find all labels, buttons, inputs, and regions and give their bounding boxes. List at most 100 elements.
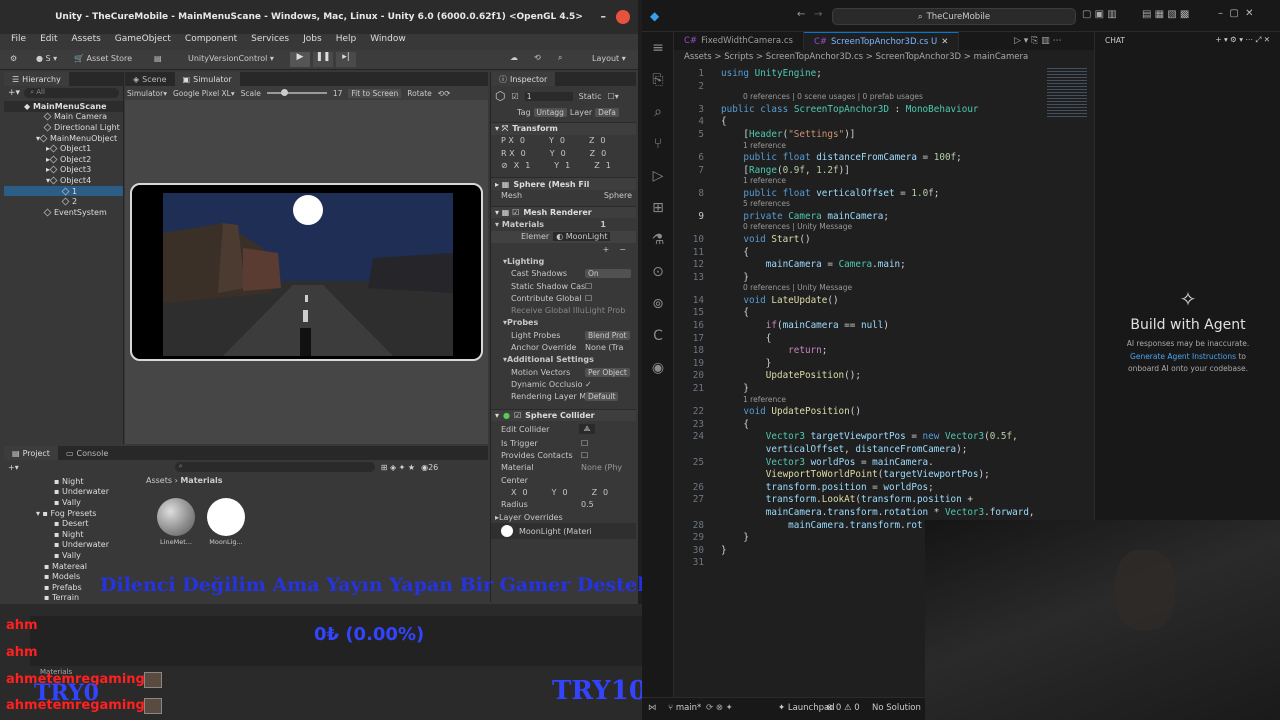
probes-header[interactable]: ▾ Probes [491,317,636,329]
code-line[interactable]: } [721,383,749,394]
contribute-gi-row[interactable]: Contribute Global ☐ [491,292,636,304]
code-line[interactable]: } [721,358,772,369]
filter-icons[interactable]: ⊞ ◈ ✦ ★ [381,463,415,472]
hierarchy-item[interactable]: ▸ Object1 [4,143,123,154]
tree-item[interactable]: ▾ ▪ Fog Presets [4,508,139,519]
play-button[interactable]: ▶ [290,52,310,67]
tab-simulator[interactable]: ▣ Simulator [174,72,240,86]
tree-item[interactable]: ▪ Night [4,476,139,487]
hierarchy-item[interactable]: ▸ Object2 [4,154,123,165]
back-icon[interactable]: ← [797,9,805,20]
menu-component[interactable]: Component [185,34,237,48]
remote-icon[interactable]: ⊚ [642,288,674,320]
is-trigger-row[interactable]: Is Trigger ☐ [491,437,636,449]
github-icon[interactable]: ◉ [642,352,674,384]
extensions-icon[interactable]: ⊞ [642,192,674,224]
hierarchy-item[interactable]: EventSystem [4,207,123,218]
transform-header[interactable]: ▾ ⤧ Transform [491,122,636,135]
asset-item[interactable]: MoonLig... [204,498,248,546]
code-line[interactable]: Vector3 worldPos = mainCamera. [721,457,934,468]
tree-item[interactable]: ▪ Vally [4,550,139,561]
code-line[interactable]: { [721,247,749,258]
history-icon[interactable]: ⟲ [534,53,541,62]
layout-dropdown[interactable]: Layout ▾ [592,54,626,63]
menu-file[interactable]: File [11,34,26,48]
add-icon[interactable]: +▾ [8,88,20,98]
tab-console[interactable]: ▭ Console [58,446,116,460]
close-icon[interactable] [616,10,630,24]
hierarchy-item[interactable]: ▾ Object4 [4,175,123,186]
menu-assets[interactable]: Assets [72,34,101,48]
sphere-collider-header[interactable]: ▾ ● ☑ Sphere Collider [491,408,636,422]
testing-icon[interactable]: ⚗ [642,224,674,256]
scale-row[interactable]: ⊘ X 1 Y 1 Z 1 [491,159,636,171]
codelens-hint[interactable]: 0 references | Unity Message [743,283,852,292]
problems-status[interactable]: ⊗ 0 ⚠ 0 [826,703,860,713]
tab-screentopanchor3d[interactable]: C# ScreenTopAnchor3D.cs U ✕ [803,32,960,50]
game-view[interactable] [163,193,453,356]
codelens-hint[interactable]: 0 references | Unity Message [743,222,852,231]
codelens-hint[interactable]: 0 references | 0 scene usages | 0 prefab… [743,92,923,101]
chat-tab[interactable]: CHAT [1105,36,1125,45]
tab-fixedwidthcamera[interactable]: C# FixedWidthCamera.cs [674,32,804,50]
codelens-hint[interactable]: 1 reference [743,176,786,185]
scale-slider[interactable] [266,89,327,96]
source-control-icon[interactable]: ⑂ [642,128,674,160]
mesh-filter-header[interactable]: ▸ ▦ Sphere (Mesh Fil [491,177,636,190]
static-shadow-row[interactable]: Static Shadow Cas ☐ [491,280,636,292]
object-name-field[interactable]: 1 [524,91,573,101]
tree-item[interactable]: ▪ Vally [4,497,139,508]
tree-item[interactable]: ▪ Night [4,529,139,540]
code-line[interactable]: void UpdatePosition() [721,406,861,417]
generate-instructions-link[interactable]: Generate Agent Instructions [1130,352,1236,361]
remote-icon[interactable]: ⋈ [648,703,657,713]
dynamic-occlusion-row[interactable]: Dynamic Occlusio ✓ [491,378,636,390]
code-line[interactable]: transform.position = worldPos; [721,482,934,493]
code-line[interactable]: UpdatePosition(); [721,370,861,381]
cloud-icon[interactable]: ☁ [510,53,518,62]
tab-inspector[interactable]: ⓘ Inspector [491,72,556,86]
code-line[interactable]: mainCamera = Camera.main; [721,259,906,270]
code-line[interactable]: mainCamera.transform.rot [721,520,922,531]
minimize-icon[interactable]: – [601,10,607,23]
menu-help[interactable]: Help [336,34,357,48]
position-row[interactable]: P X0Y0Z0 [491,135,636,147]
cast-shadows-row[interactable]: Cast Shadows On [491,268,636,280]
code-line[interactable]: verticalOffset, distanceFromCamera); [721,444,968,455]
add-asset-icon[interactable]: +▾ [8,463,19,472]
window-controls[interactable]: – ▢ ✕ [1218,8,1254,19]
search-icon[interactable]: ⌕ [642,96,674,128]
panel-toggle-icons[interactable]: ▤ ▦ ▧ ▩ [1142,9,1189,20]
device-dropdown[interactable]: Google Pixel XL▾ [173,89,235,98]
menu-gameobject[interactable]: GameObject [115,34,171,48]
code-line[interactable]: transform.LookAt(transform.position + [721,494,973,505]
tree-item[interactable]: ▪ Underwater [4,540,139,551]
mesh-renderer-header[interactable]: ▾ ▦ ☑ Mesh Renderer [491,206,636,219]
editor-actions[interactable]: ▷ ▾ ⎘ ▥ ⋯ [1014,36,1062,46]
forward-icon[interactable]: → [814,9,822,20]
tree-item[interactable]: ▪ Matereal [4,561,139,572]
layout-icons[interactable]: ▢ ▣ ▥ [1082,9,1117,20]
lighting-header[interactable]: ▾ Lighting [491,255,636,267]
asset-item[interactable]: LineMet... [154,498,198,546]
tab-scene[interactable]: ◈ Scene [125,72,175,86]
provides-contacts-row[interactable]: Provides Contacts ☐ [491,449,636,461]
account-button[interactable]: ● S ▾ [36,54,57,63]
menu-jobs[interactable]: Jobs [303,34,322,48]
light-probes-row[interactable]: Light Probes Blend Prot [491,329,636,341]
code-line[interactable]: ViewportToWorldPoint(targetViewportPos); [721,469,990,480]
run-debug-icon[interactable]: ▷ [642,160,674,192]
additional-settings-header[interactable]: ▾ Additional Settings [491,354,636,366]
tag-dropdown[interactable]: Untagg [533,107,567,117]
layer-overrides-header[interactable]: ▸ Layer Overrides [491,511,636,523]
menu-icon[interactable]: ≡ [642,32,674,64]
mode-dropdown[interactable]: Simulator▾ [127,89,167,98]
solution-status[interactable]: No Solution [872,703,921,713]
code-line[interactable]: { [721,333,772,344]
layer-dropdown[interactable]: Defa [595,107,619,117]
codelens-hint[interactable]: 5 references [743,199,790,208]
hierarchy-item[interactable]: Main Camera [4,112,123,123]
breadcrumb-assets[interactable]: Assets [146,476,172,485]
code-line[interactable]: { [721,419,749,430]
code-line[interactable]: } [721,545,727,556]
